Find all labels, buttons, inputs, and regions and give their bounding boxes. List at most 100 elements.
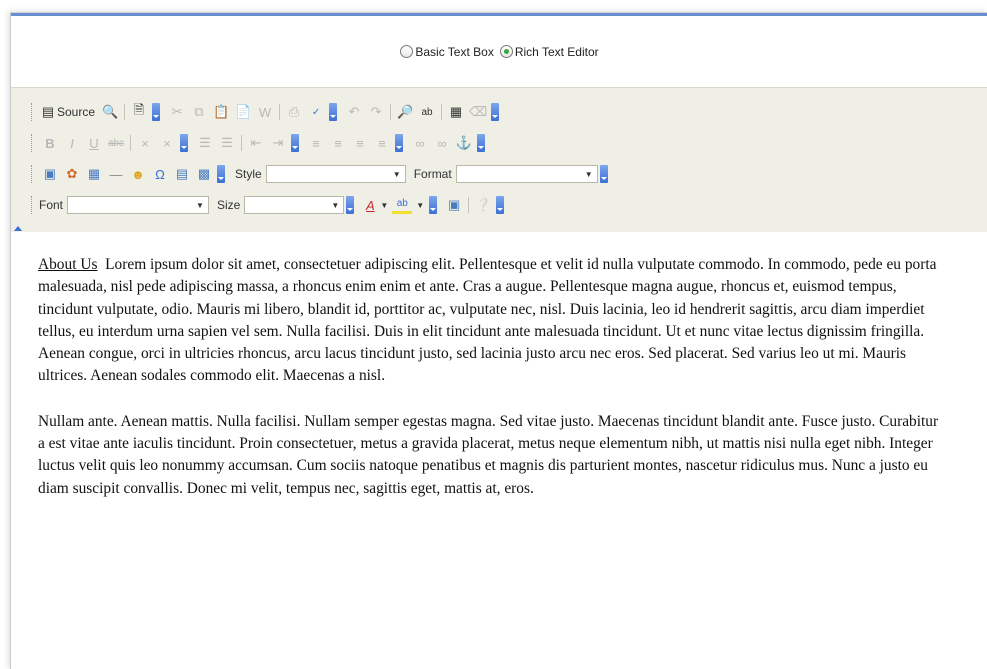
size-label: Size [217,198,241,212]
numbered-list-icon[interactable]: ☰ [195,133,215,153]
format-select[interactable]: ▼ [455,165,598,183]
toolbar-group-end[interactable] [329,103,338,121]
paragraph-2: Nullam ante. Aenean mattis. Nulla facili… [38,412,939,497]
toolbar-group-end[interactable] [152,103,161,121]
table-icon[interactable]: ▦ [84,164,104,184]
toolbar-collapse-icon[interactable] [14,226,22,231]
source-button[interactable]: Source [57,105,95,119]
smiley-icon[interactable]: ☻ [128,164,148,184]
toolbar-separator [279,104,281,120]
anchor-icon[interactable]: ⚓ [454,133,474,153]
maximize-icon[interactable]: ▣ [444,195,464,215]
toolbar-group-end[interactable] [491,103,500,121]
subscript-icon[interactable]: × [135,133,155,153]
templates-icon[interactable]: 🗎 [129,102,149,122]
toolbar-row-2: B I U abc × × ☰ ☰ ⇤ ⇥ ≡ ≡ ≡ ≡ ∞ ∞ ⚓ [31,131,491,155]
bold-icon[interactable]: B [40,133,60,153]
style-select[interactable]: ▼ [265,165,406,183]
page-break-icon[interactable]: ▤ [172,164,192,184]
special-char-icon[interactable]: Ω [150,164,170,184]
about-us-link[interactable]: About Us [38,256,97,273]
italic-icon[interactable]: I [62,133,82,153]
toolbar-grip[interactable] [31,165,35,183]
format-label: Format [413,167,452,181]
rich-text-editor-radio[interactable] [499,45,513,58]
find-icon[interactable]: 🔎 [395,102,415,122]
link-icon[interactable]: ∞ [410,133,430,153]
toolbar-row-3: ▣ ✿ ▦ — ☻ Ω ▤ ▩ Style ▼ Format ▼ [31,162,614,186]
rich-text-editor-label: Rich Text Editor [514,44,599,59]
toolbar-row-4: Font ▼ Size ▼ A ▼ ab ▼ ▣ ❔ [31,193,510,217]
editor-mode-selector: Basic Text Box Rich Text Editor [11,16,987,87]
spellcheck-icon[interactable]: ✓ [306,102,326,122]
justify-icon[interactable]: ≡ [372,133,392,153]
basic-text-box-option[interactable]: Basic Text Box [400,44,494,59]
chevron-down-icon[interactable]: ▼ [192,197,208,213]
toolbar-group-end[interactable] [180,134,188,152]
flash-icon[interactable]: ✿ [62,164,82,184]
indent-icon[interactable]: ⇥ [268,133,288,153]
font-label: Font [39,198,64,212]
style-label: Style [235,167,262,181]
paste-icon[interactable]: 📋 [211,102,231,122]
text-color-icon[interactable]: A [361,195,379,215]
toolbar-separator [124,104,126,120]
paste-word-icon[interactable]: W [255,102,275,122]
print-icon[interactable]: ⎙ [284,102,304,122]
underline-icon[interactable]: U [84,133,104,153]
paragraph-1-text: Lorem ipsum dolor sit amet, consectetuer… [38,256,937,385]
outdent-icon[interactable]: ⇤ [246,133,266,153]
toolbar-group-end[interactable] [496,196,505,214]
basic-text-box-radio[interactable] [400,45,414,58]
select-all-icon[interactable]: ▦ [446,102,466,122]
toolbar-group-end[interactable] [395,134,403,152]
toolbar-row-1: ▤ Source 🔍 🗎 ✂ ⧉ 📋 📄 W ⎙ ✓ ↶ ↷ 🔎 ab ▦ ⌫ [31,100,505,124]
chevron-down-icon[interactable]: ▼ [389,166,405,182]
chevron-down-icon[interactable]: ▼ [327,197,343,213]
toolbar-group-end[interactable] [217,165,225,183]
toolbar-group-end[interactable] [477,134,485,152]
remove-format-icon[interactable]: ⌫ [468,102,488,122]
toolbar-group-end[interactable] [346,196,355,214]
size-select[interactable]: ▼ [244,196,345,214]
unlink-icon[interactable]: ∞ [432,133,452,153]
toolbar-grip[interactable] [31,103,35,121]
toolbar-separator [468,197,470,213]
paragraph-1: About Us Lorem ipsum dolor sit amet, con… [38,254,943,388]
preview-icon[interactable]: 🔍 [100,102,120,122]
toolbar-group-end[interactable] [429,196,438,214]
background-color-icon[interactable]: ab [392,197,413,214]
toolbar-separator [441,104,443,120]
horizontal-rule-icon[interactable]: — [106,164,126,184]
toolbar-separator [130,135,131,151]
text-color-chevron-down-icon[interactable]: ▼ [380,201,388,210]
toolbar-grip[interactable] [31,196,35,214]
strikethrough-icon[interactable]: abc [106,133,126,153]
toolbar-group-end[interactable] [291,134,299,152]
source-icon[interactable]: ▤ [40,102,56,122]
paste-text-icon[interactable]: 📄 [233,102,253,122]
font-select[interactable]: ▼ [67,196,210,214]
redo-icon[interactable]: ↷ [366,102,386,122]
rich-text-editor-option[interactable]: Rich Text Editor [499,44,599,59]
editor-content[interactable]: About Us Lorem ipsum dolor sit amet, con… [38,254,943,523]
bulleted-list-icon[interactable]: ☰ [217,133,237,153]
basic-text-box-label: Basic Text Box [415,44,494,59]
background-color-chevron-down-icon[interactable]: ▼ [416,201,424,210]
chevron-down-icon[interactable]: ▼ [581,166,597,182]
about-icon[interactable]: ❔ [473,195,493,215]
superscript-icon[interactable]: × [157,133,177,153]
align-center-icon[interactable]: ≡ [328,133,348,153]
cut-icon[interactable]: ✂ [167,102,187,122]
replace-icon[interactable]: ab [417,102,437,122]
image-icon[interactable]: ▣ [40,164,60,184]
align-left-icon[interactable]: ≡ [306,133,326,153]
editor-toolbar: ▤ Source 🔍 🗎 ✂ ⧉ 📋 📄 W ⎙ ✓ ↶ ↷ 🔎 ab ▦ ⌫ [11,87,987,234]
form-icon[interactable]: ▩ [194,164,214,184]
undo-icon[interactable]: ↶ [344,102,364,122]
toolbar-grip[interactable] [31,134,35,152]
copy-icon[interactable]: ⧉ [189,102,209,122]
align-right-icon[interactable]: ≡ [350,133,370,153]
toolbar-group-end[interactable] [599,165,608,183]
toolbar-separator [390,104,392,120]
